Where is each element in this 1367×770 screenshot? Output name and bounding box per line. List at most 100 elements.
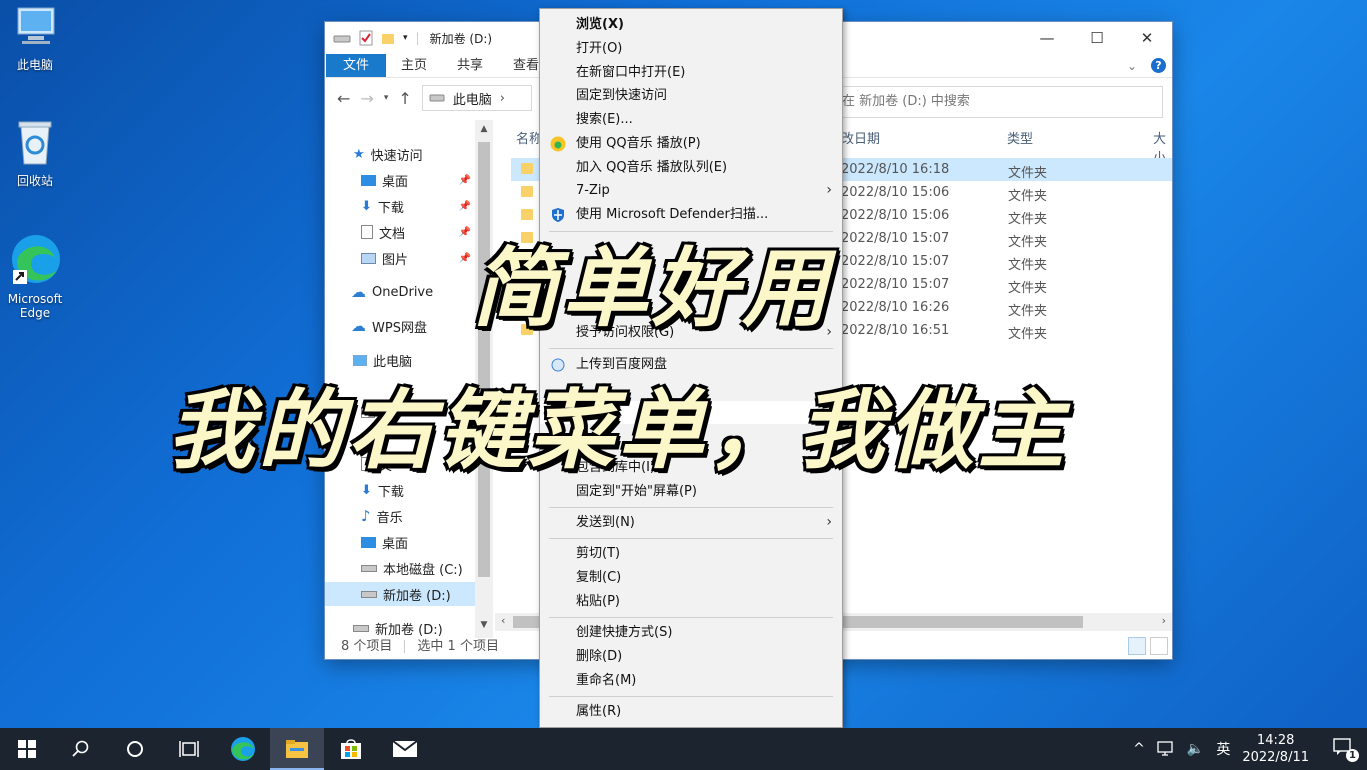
menu-item-qq-music-play[interactable]: 使用 QQ音乐 播放(P) (540, 132, 842, 155)
nav-item-onedrive[interactable]: ☁ OneDrive (325, 280, 475, 304)
column-header-type[interactable]: 类型 (1007, 128, 1033, 147)
pin-icon: 📌 (458, 226, 471, 238)
chevron-down-icon[interactable]: ▾ (403, 33, 408, 43)
nav-item-quick-access[interactable]: ★ 快速访问 (325, 142, 475, 166)
menu-item-open[interactable]: 打开(O) (540, 37, 842, 60)
clock[interactable]: 14:28 2022/8/11 (1242, 732, 1309, 766)
tab-file[interactable]: 文件 (326, 54, 387, 77)
clock-date: 2022/8/11 (1242, 750, 1309, 765)
menu-item-browse[interactable]: 浏览(X) (540, 13, 842, 36)
nav-item-downloads[interactable]: ⬇ 下载 📌 (325, 194, 475, 218)
scroll-left-icon[interactable]: ‹ (501, 614, 505, 627)
menu-item-qq-music-queue[interactable]: 加入 QQ音乐 播放队列(E) (540, 156, 842, 179)
menu-item-search[interactable]: 搜索(E)... (540, 108, 842, 131)
taskbar-file-explorer[interactable] (270, 728, 324, 770)
menu-separator (549, 617, 833, 618)
help-icon[interactable]: ? (1151, 58, 1166, 73)
menu-item-properties[interactable]: 属性(R) (540, 700, 842, 723)
nav-item-wps-drive[interactable]: ☁ WPS网盘 (325, 314, 475, 338)
up-arrow-icon[interactable]: ↑ (398, 89, 411, 108)
folder-icon (521, 186, 533, 197)
minimize-button[interactable]: — (1022, 29, 1072, 47)
cloud-icon: ☁ (351, 317, 366, 335)
chevron-right-icon: › (826, 182, 832, 198)
cortana-icon (127, 741, 143, 757)
selection-count: 选中 1 个项目 (417, 639, 499, 654)
scroll-down-icon[interactable]: ▼ (475, 620, 493, 630)
store-icon (341, 739, 361, 759)
chevron-down-icon[interactable]: ⌄ (1127, 59, 1137, 73)
column-header-date[interactable]: 改日期 (841, 128, 880, 147)
breadcrumb-this-pc[interactable]: 此电脑 (453, 89, 492, 108)
menu-item-create-shortcut[interactable]: 创建快捷方式(S) (540, 621, 842, 644)
document-icon (361, 225, 373, 239)
drive-icon (361, 590, 377, 598)
nav-item-pictures[interactable]: 图片 📌 (325, 246, 475, 270)
nav-item-drive-d[interactable]: 新加卷 (D:) (325, 582, 475, 606)
file-explorer-icon (286, 740, 308, 758)
drive-icon (429, 94, 445, 102)
start-icon (18, 740, 36, 758)
network-icon[interactable] (1157, 741, 1175, 757)
back-arrow-icon[interactable]: ← (337, 89, 350, 108)
menu-item-copy[interactable]: 复制(C) (540, 566, 842, 589)
scroll-up-icon[interactable]: ▲ (475, 124, 493, 134)
desktop-icon-edge[interactable]: Microsoft Edge (0, 232, 70, 320)
forward-arrow-icon[interactable]: → (360, 89, 373, 108)
qq-music-icon (550, 136, 566, 152)
menu-item-open-new-window[interactable]: 在新窗口中打开(E) (540, 61, 842, 84)
menu-item-cut[interactable]: 剪切(T) (540, 542, 842, 565)
address-box[interactable]: 此电脑 › (421, 85, 532, 111)
clock-time: 14:28 (1256, 733, 1295, 748)
taskbar-mail[interactable] (378, 728, 432, 770)
ime-indicator[interactable]: 英 (1216, 739, 1230, 759)
drive-icon (333, 35, 351, 43)
search-input[interactable]: 在 新加卷 (D:) 中搜索 (823, 86, 1163, 118)
menu-item-paste[interactable]: 粘贴(P) (540, 590, 842, 613)
tab-share[interactable]: 共享 (442, 54, 498, 77)
menu-item-pin-quick-access[interactable]: 固定到快速访问 (540, 84, 842, 107)
desktop-icon-this-pc[interactable]: 此电脑 (0, 6, 70, 73)
breadcrumb-chevron-icon[interactable]: › (500, 91, 505, 106)
nav-item-music[interactable]: ♪ 音乐 (325, 504, 475, 528)
chevron-right-icon: › (826, 514, 832, 530)
caption-line-1: 简单好用 (472, 239, 832, 339)
window-title: 新加卷 (D:) (429, 31, 493, 46)
close-button[interactable]: ✕ (1122, 29, 1172, 47)
cortana-button[interactable] (108, 728, 162, 770)
details-view-icon[interactable] (1128, 637, 1146, 655)
menu-item-send-to[interactable]: 发送到(N) › (540, 511, 842, 534)
desktop-icon-recycle-bin[interactable]: 回收站 (0, 118, 70, 189)
chevron-up-icon[interactable]: ^ (1133, 741, 1145, 757)
nav-item-drive-c[interactable]: 本地磁盘 (C:) (325, 556, 475, 580)
properties-icon[interactable] (359, 30, 373, 46)
download-icon: ⬇ (361, 198, 372, 214)
recent-locations-icon[interactable]: ▾ (384, 93, 389, 103)
maximize-button[interactable]: ☐ (1072, 29, 1122, 47)
picture-icon (361, 252, 376, 264)
notification-button[interactable]: 1 (1333, 738, 1359, 762)
taskbar-edge[interactable] (216, 728, 270, 770)
scroll-right-icon[interactable]: › (1162, 614, 1166, 627)
task-view-icon (179, 741, 199, 757)
menu-item-rename[interactable]: 重命名(M) (540, 669, 842, 692)
menu-item-7zip[interactable]: 7-Zip › (540, 179, 842, 202)
large-icons-view-icon[interactable] (1150, 637, 1168, 655)
volume-icon[interactable]: 🔈 (1187, 741, 1204, 757)
edge-icon (231, 737, 255, 761)
edge-icon (12, 235, 60, 284)
tab-home[interactable]: 主页 (386, 54, 442, 77)
search-icon (72, 740, 89, 757)
search-button[interactable] (54, 728, 108, 770)
desktop-icon-label: 此电脑 (16, 58, 53, 72)
new-folder-icon[interactable] (381, 31, 395, 45)
recycle-bin-icon (18, 121, 52, 165)
task-view-button[interactable] (162, 728, 216, 770)
taskbar-store[interactable] (324, 728, 378, 770)
menu-item-delete[interactable]: 删除(D) (540, 645, 842, 668)
nav-item-desktop-pc[interactable]: 桌面 (325, 530, 475, 554)
desktop-icon (361, 536, 376, 548)
nav-item-documents[interactable]: 文档 📌 (325, 220, 475, 244)
nav-item-desktop[interactable]: 桌面 📌 (325, 168, 475, 192)
start-button[interactable] (0, 728, 54, 770)
